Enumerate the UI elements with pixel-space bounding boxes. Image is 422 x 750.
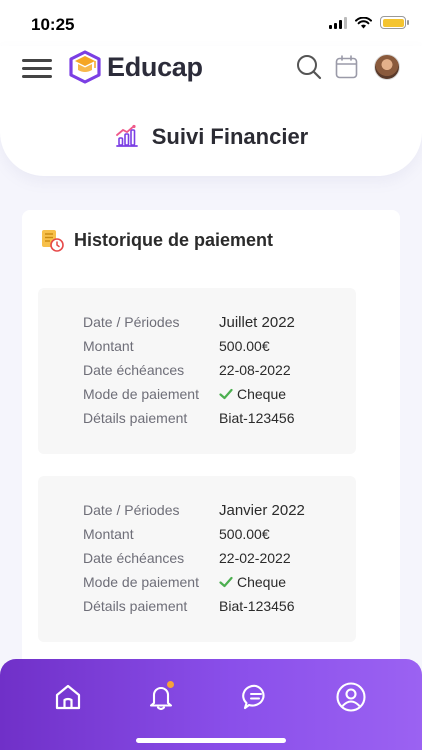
amount-label: Montant	[83, 526, 134, 542]
period-row: Date / Périodes Juillet 2022	[83, 310, 343, 334]
check-icon	[219, 576, 233, 588]
due-date-label: Date échéances	[83, 550, 185, 566]
details-row: Détails paiement Biat-123456	[83, 406, 343, 430]
payment-item: Date / Périodes Juillet 2022 Montant 500…	[38, 288, 356, 454]
mode-label: Mode de paiement	[83, 386, 199, 402]
details-label: Détails paiement	[83, 410, 188, 426]
status-time: 10:25	[31, 15, 75, 34]
search-icon[interactable]	[296, 54, 322, 80]
nav-notifications[interactable]	[143, 679, 179, 715]
header: Educap Suivi Financier	[0, 46, 422, 176]
section-title: Historique de paiement	[74, 229, 274, 250]
period-row: Date / Périodes Janvier 2022	[83, 498, 343, 522]
nav-home[interactable]	[50, 679, 86, 715]
details-row: Détails paiement Biat-123456	[83, 594, 343, 618]
status-icons	[329, 16, 409, 29]
signal-icon	[329, 16, 347, 29]
payment-history-icon	[42, 230, 64, 252]
section-header: Historique de paiement	[40, 228, 273, 252]
mode-row: Mode de paiement Cheque	[83, 382, 343, 406]
avatar[interactable]	[374, 54, 400, 80]
home-indicator	[136, 738, 286, 743]
amount-row: Montant 500.00€	[83, 334, 343, 358]
due-date-value: 22-02-2022	[219, 550, 291, 566]
bottom-nav	[0, 659, 422, 750]
mode-row: Mode de paiement Cheque	[83, 570, 343, 594]
notification-dot	[167, 681, 174, 688]
mode-value: Cheque	[219, 386, 286, 402]
mode-text: Cheque	[237, 574, 287, 590]
period-value: Janvier 2022	[219, 501, 305, 519]
user-icon	[336, 682, 366, 712]
status-bar: 10:25	[0, 0, 422, 46]
logo-icon	[69, 50, 101, 84]
calendar-icon[interactable]	[335, 55, 358, 79]
details-label: Détails paiement	[83, 598, 188, 614]
payment-item: Date / Périodes Janvier 2022 Montant 500…	[38, 476, 356, 642]
page-heading: Suivi Financier	[0, 124, 422, 150]
due-date-row: Date échéances 22-02-2022	[83, 546, 343, 570]
battery-icon	[380, 16, 409, 29]
chat-icon	[242, 684, 265, 710]
home-icon	[55, 684, 81, 710]
check-icon	[219, 388, 233, 400]
wifi-icon	[355, 16, 372, 28]
amount-value: 500.00€	[219, 526, 270, 542]
amount-value: 500.00€	[219, 338, 270, 354]
period-label: Date / Périodes	[83, 502, 180, 518]
amount-row: Montant 500.00€	[83, 522, 343, 546]
due-date-value: 22-08-2022	[219, 362, 291, 378]
details-value: Biat-123456	[219, 598, 295, 614]
mode-label: Mode de paiement	[83, 574, 199, 590]
due-date-label: Date échéances	[83, 362, 185, 378]
mode-value: Cheque	[219, 574, 286, 590]
finance-chart-icon	[115, 124, 138, 147]
mode-text: Cheque	[237, 386, 287, 402]
app-logo: Educap	[67, 48, 203, 86]
details-value: Biat-123456	[219, 410, 295, 426]
nav-messages[interactable]	[238, 679, 274, 715]
payment-history-card: Historique de paiement Date / Périodes J…	[22, 210, 400, 680]
period-label: Date / Périodes	[83, 314, 180, 330]
amount-label: Montant	[83, 338, 134, 354]
page-title: Suivi Financier	[151, 124, 309, 149]
nav-profile[interactable]	[333, 679, 369, 715]
period-value: Juillet 2022	[219, 313, 295, 331]
app-name: Educap	[107, 51, 203, 82]
due-date-row: Date échéances 22-08-2022	[83, 358, 343, 382]
menu-button[interactable]	[22, 59, 52, 79]
